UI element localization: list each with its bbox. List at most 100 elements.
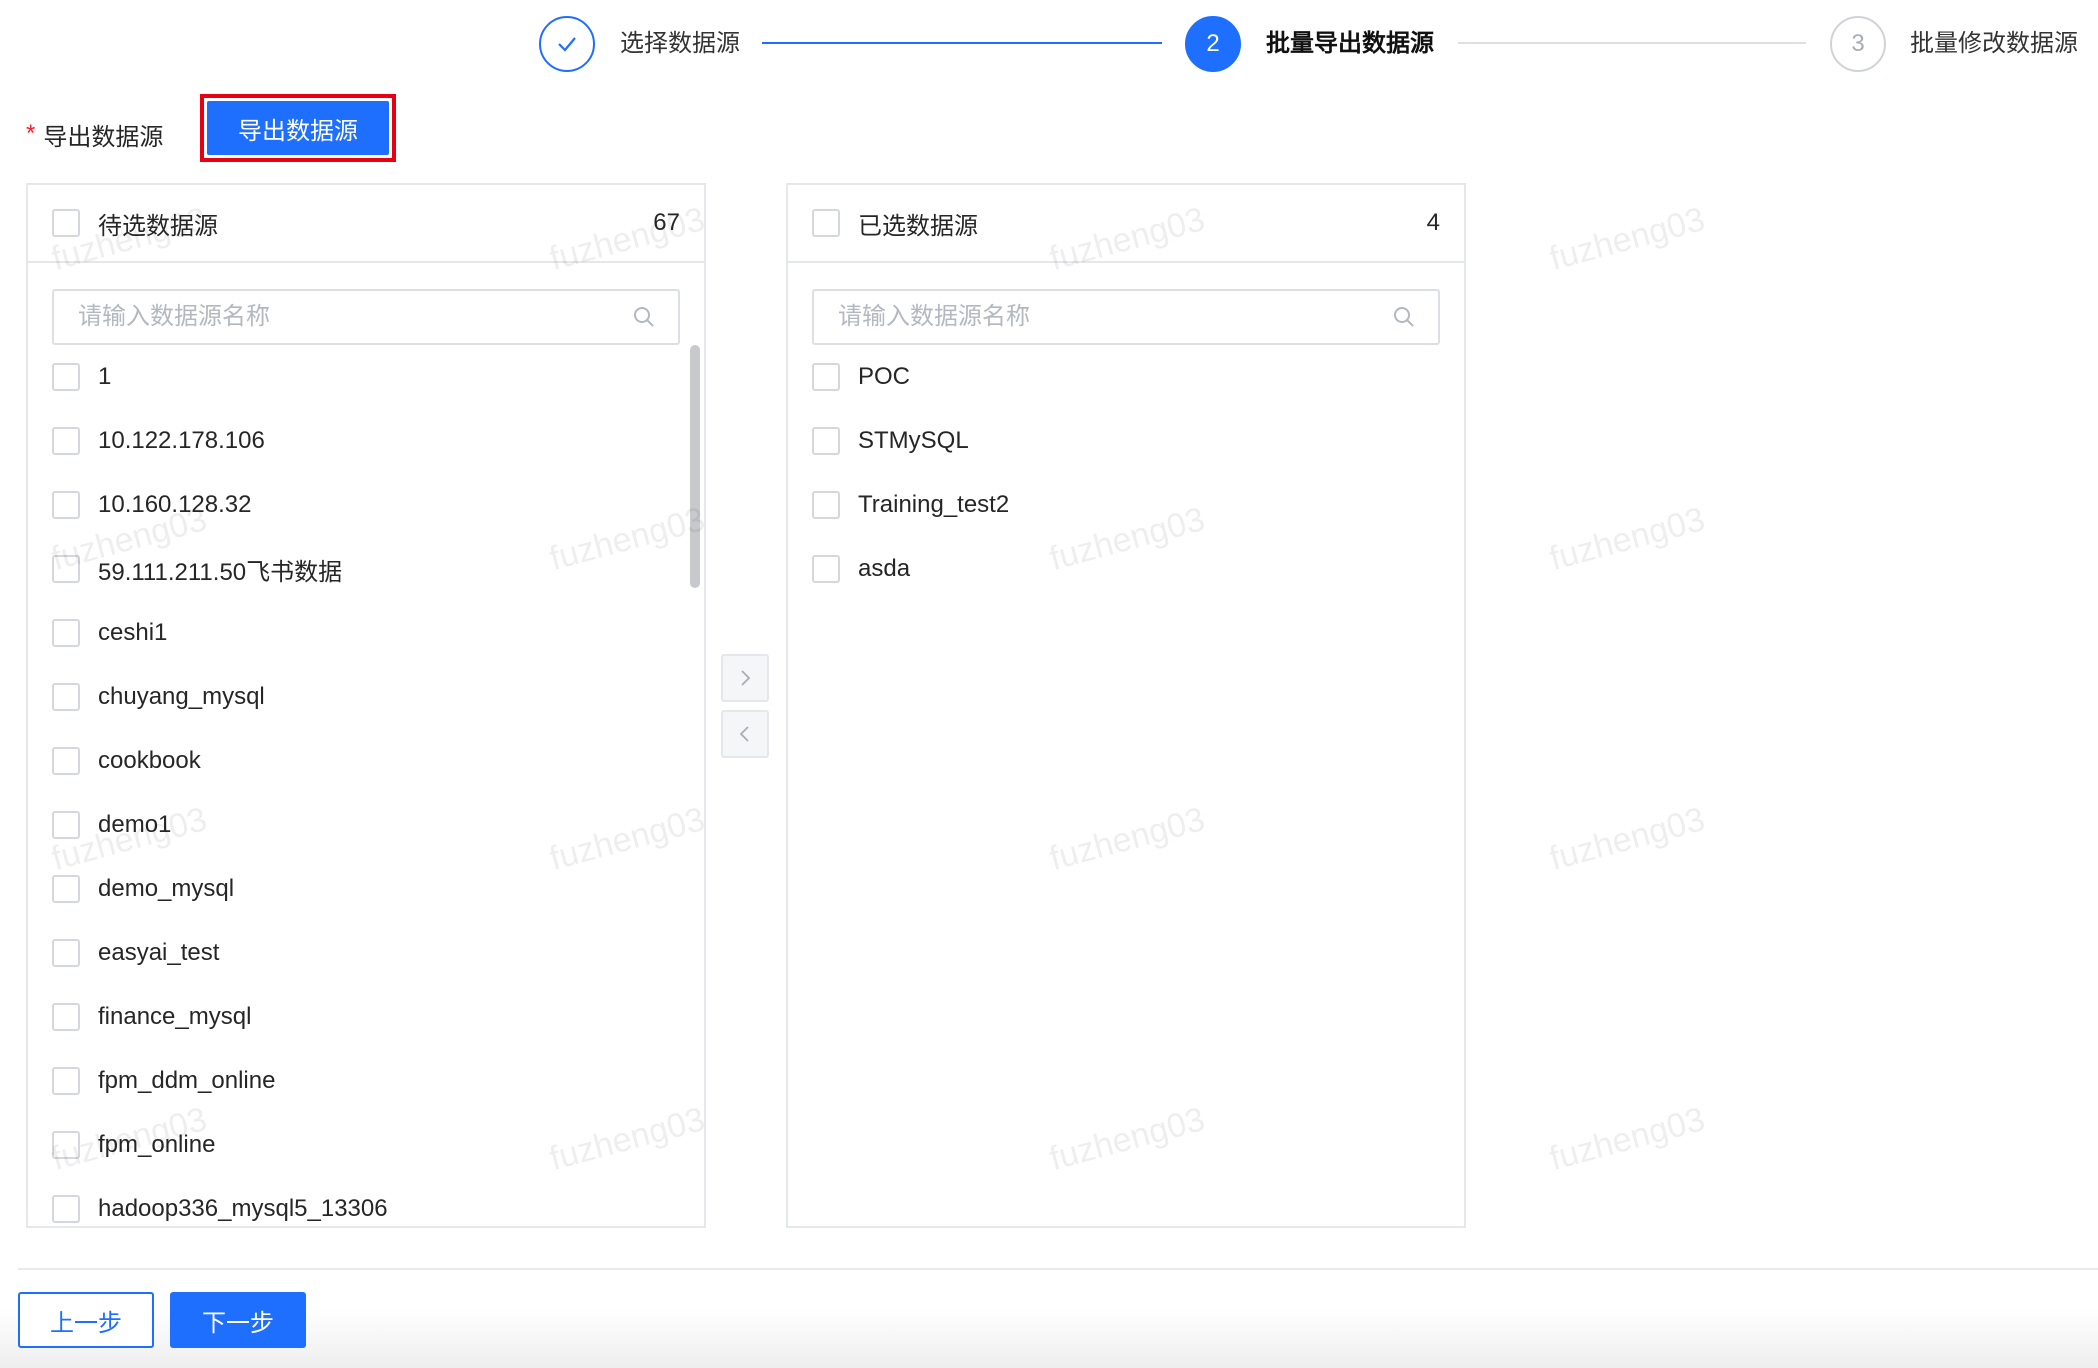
list-item[interactable]: fpm_online xyxy=(52,1113,704,1177)
watermark-text: fuzheng03 xyxy=(1545,200,1709,278)
watermark-text: fuzheng03 xyxy=(1545,1100,1709,1178)
selected-panel-header: 已选数据源 4 xyxy=(788,185,1464,263)
list-item[interactable]: demo_mysql xyxy=(52,857,704,921)
item-checkbox[interactable] xyxy=(52,811,80,839)
item-checkbox[interactable] xyxy=(52,683,80,711)
item-checkbox[interactable] xyxy=(52,427,80,455)
item-checkbox[interactable] xyxy=(52,1067,80,1095)
list-item[interactable]: fpm_ddm_online xyxy=(52,1049,704,1113)
list-item[interactable]: 10.122.178.106 xyxy=(52,409,704,473)
source-count: 67 xyxy=(653,209,680,236)
list-item[interactable]: STMySQL xyxy=(812,409,1464,473)
source-panel-title: 待选数据源 xyxy=(98,212,218,240)
step-2-label: 批量导出数据源 xyxy=(1266,30,1434,57)
step-1-check-icon xyxy=(539,16,595,72)
selected-count: 4 xyxy=(1426,209,1440,236)
item-label: POC xyxy=(858,363,911,390)
list-item[interactable]: ceshi1 xyxy=(52,601,704,665)
item-checkbox[interactable] xyxy=(812,491,840,519)
list-item[interactable]: cookbook xyxy=(52,729,704,793)
source-search-box[interactable] xyxy=(52,289,680,345)
item-checkbox[interactable] xyxy=(812,555,840,583)
source-list-scrollbar[interactable] xyxy=(690,345,700,588)
item-checkbox[interactable] xyxy=(812,363,840,391)
item-label: demo_mysql xyxy=(98,875,235,902)
export-datasource-button[interactable]: 导出数据源 xyxy=(200,94,396,162)
footer-background xyxy=(0,1270,2098,1368)
list-item[interactable]: 10.160.128.32 xyxy=(52,473,704,537)
step-connector-2 xyxy=(1458,42,1806,44)
list-item[interactable]: chuyang_mysql xyxy=(52,665,704,729)
source-list-panel: 待选数据源 67 1 10.122.178.106 10.160.128.32 … xyxy=(26,183,706,1228)
item-label: easyai_test xyxy=(98,939,220,966)
list-item[interactable]: asda xyxy=(812,537,1464,601)
selected-list: POC STMySQL Training_test2 asda xyxy=(812,345,1464,1226)
item-label: 10.122.178.106 xyxy=(98,427,265,454)
item-label: cookbook xyxy=(98,747,201,774)
source-search-input[interactable] xyxy=(76,302,632,332)
selected-panel-title: 已选数据源 xyxy=(858,212,978,240)
list-item[interactable]: easyai_test xyxy=(52,921,704,985)
footer-divider xyxy=(18,1268,2098,1270)
item-label: fpm_ddm_online xyxy=(98,1067,276,1094)
item-label: ceshi1 xyxy=(98,619,168,646)
select-all-selected-checkbox[interactable] xyxy=(812,209,840,237)
step-connector-1 xyxy=(762,42,1162,44)
list-item[interactable]: demo1 xyxy=(52,793,704,857)
item-checkbox[interactable] xyxy=(52,619,80,647)
item-label: 10.160.128.32 xyxy=(98,491,252,518)
search-icon[interactable] xyxy=(1392,305,1416,329)
selected-search-input[interactable] xyxy=(836,302,1392,332)
check-icon xyxy=(558,37,576,52)
list-item[interactable]: POC xyxy=(812,345,1464,409)
list-item[interactable]: 59.111.211.50飞书数据 xyxy=(52,537,704,601)
item-checkbox[interactable] xyxy=(52,875,80,903)
item-checkbox[interactable] xyxy=(812,427,840,455)
item-label: chuyang_mysql xyxy=(98,683,265,710)
step-1-label: 选择数据源 xyxy=(620,30,740,57)
watermark-text: fuzheng03 xyxy=(1545,500,1709,578)
export-button-label: 导出数据源 xyxy=(207,101,389,155)
item-label: 59.111.211.50飞书数据 xyxy=(98,558,343,586)
source-panel-header: 待选数据源 67 xyxy=(28,185,704,263)
next-step-button[interactable]: 下一步 xyxy=(170,1292,306,1348)
source-list: 1 10.122.178.106 10.160.128.32 59.111.21… xyxy=(52,345,704,1226)
list-item[interactable]: Training_test2 xyxy=(812,473,1464,537)
select-all-source-checkbox[interactable] xyxy=(52,209,80,237)
list-item[interactable]: hadoop336_mysql5_13306 xyxy=(52,1177,704,1226)
item-label: fpm_online xyxy=(98,1131,216,1158)
move-right-button[interactable] xyxy=(721,654,769,702)
search-icon[interactable] xyxy=(632,305,656,329)
item-checkbox[interactable] xyxy=(52,491,80,519)
selected-search-box[interactable] xyxy=(812,289,1440,345)
item-label: 1 xyxy=(98,363,112,390)
step-3-number: 3 xyxy=(1830,16,1886,72)
item-label: demo1 xyxy=(98,811,172,838)
item-label: STMySQL xyxy=(858,427,969,454)
item-checkbox[interactable] xyxy=(52,1131,80,1159)
item-label: Training_test2 xyxy=(858,491,1010,518)
required-asterisk: * xyxy=(26,120,36,147)
export-field-label: 导出数据源 xyxy=(43,123,164,151)
item-checkbox[interactable] xyxy=(52,939,80,967)
selected-list-panel: 已选数据源 4 POC STMySQL Training_test2 asda xyxy=(786,183,1466,1228)
step-3-label: 批量修改数据源 xyxy=(1910,30,2078,57)
chevron-right-icon xyxy=(741,670,751,686)
export-form-row: * 导出数据源 xyxy=(26,110,163,158)
item-checkbox[interactable] xyxy=(52,555,80,583)
list-item[interactable]: 1 xyxy=(52,345,704,409)
step-2-number: 2 xyxy=(1185,16,1241,72)
list-item[interactable]: finance_mysql xyxy=(52,985,704,1049)
move-left-button[interactable] xyxy=(721,710,769,758)
item-checkbox[interactable] xyxy=(52,1003,80,1031)
item-checkbox[interactable] xyxy=(52,747,80,775)
chevron-left-icon xyxy=(739,726,749,742)
item-label: hadoop336_mysql5_13306 xyxy=(98,1195,388,1222)
item-checkbox[interactable] xyxy=(52,1195,80,1223)
watermark-text: fuzheng03 xyxy=(1545,800,1709,878)
previous-step-button[interactable]: 上一步 xyxy=(18,1292,154,1348)
steps-bar: 选择数据源 2 批量导出数据源 3 批量修改数据源 xyxy=(0,12,2098,72)
item-checkbox[interactable] xyxy=(52,363,80,391)
item-label: asda xyxy=(858,555,911,582)
item-label: finance_mysql xyxy=(98,1003,252,1030)
